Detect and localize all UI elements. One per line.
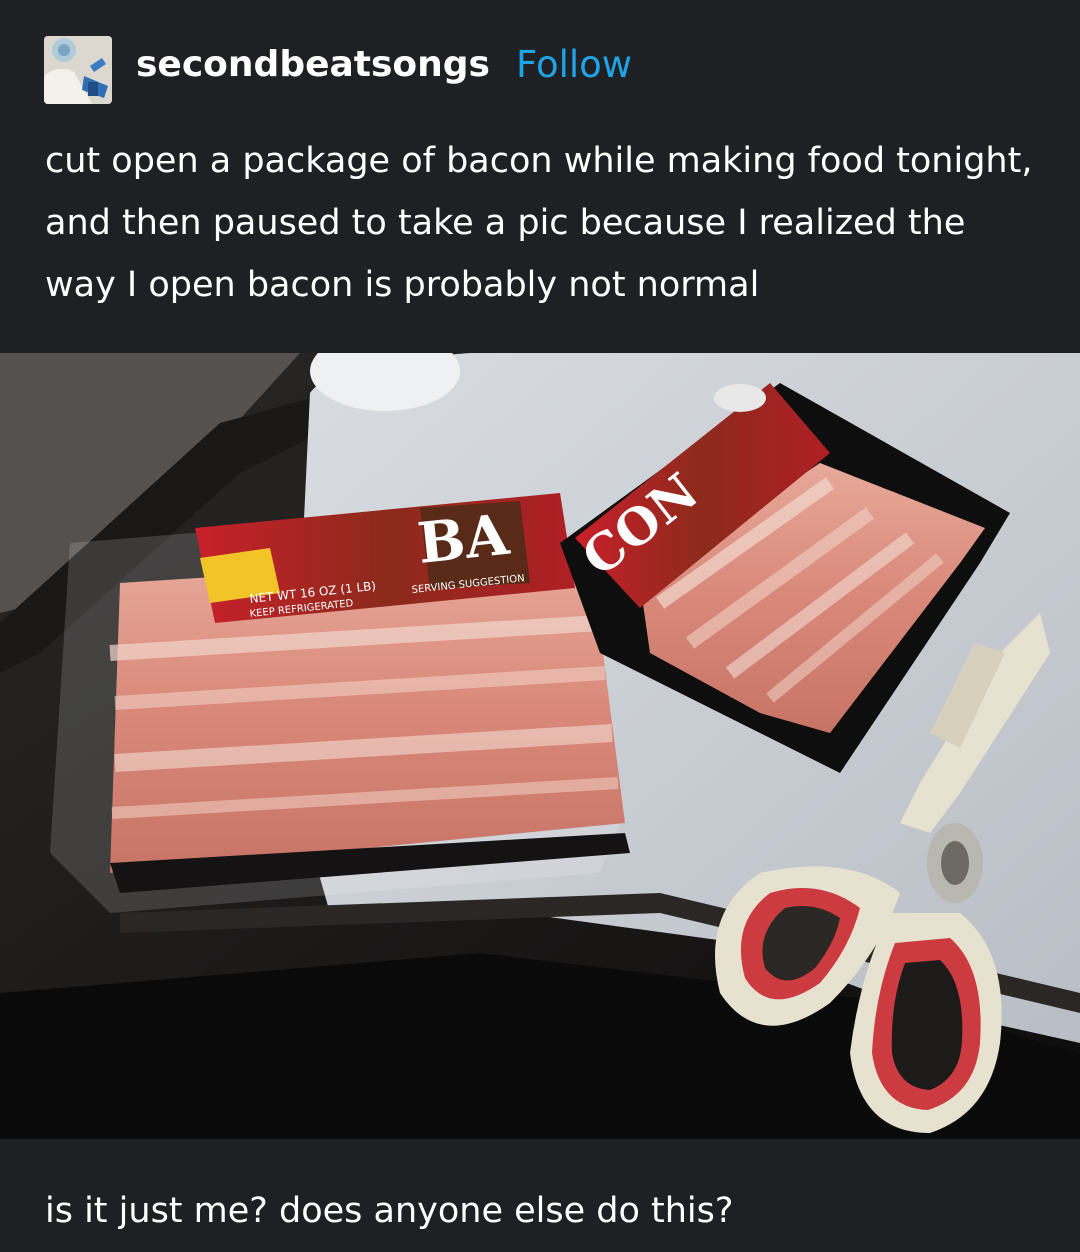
bacon-photo-illustration: BA NET WT 16 OZ (1 LB) KEEP REFRIGERATED… (0, 353, 1080, 1139)
avatar-image (44, 36, 112, 104)
user-avatar[interactable] (44, 36, 112, 104)
post-caption: cut open a package of bacon while making… (45, 141, 1033, 305)
bacon-package-left: BA NET WT 16 OZ (1 LB) KEEP REFRIGERATED… (50, 493, 630, 913)
follow-button[interactable]: Follow (516, 41, 632, 89)
post-followup-text: is it just me? does anyone else do this? (45, 1191, 734, 1231)
package-brand-left: BA (415, 502, 514, 577)
username-link[interactable]: secondbeatsongs (136, 41, 490, 89)
post-header: secondbeatsongs Follow (0, 0, 1080, 120)
post-photo: BA NET WT 16 OZ (1 LB) KEEP REFRIGERATED… (0, 353, 1080, 1139)
